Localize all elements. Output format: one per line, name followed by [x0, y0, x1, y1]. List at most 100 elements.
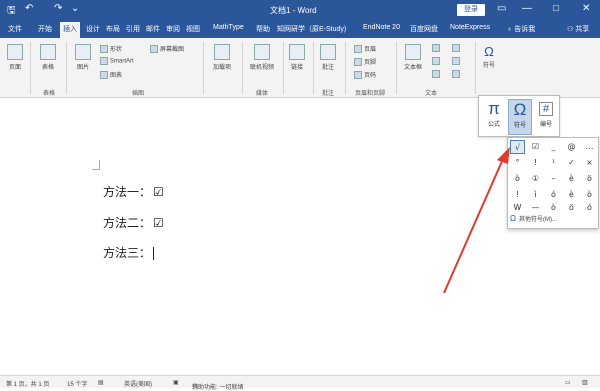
title-bar: 🖫 ↶ ↷ ⌄ 文档1 - Word 登录 ▭ — □ ✕ — [0, 0, 600, 20]
word-count[interactable]: 15 个字 — [67, 379, 87, 388]
symbol-cell[interactable]: ① — [528, 172, 543, 186]
login-button[interactable]: 登录 — [457, 4, 485, 16]
date-time-icon[interactable] — [452, 57, 462, 65]
close-button[interactable]: ✕ — [582, 3, 590, 14]
tab-home[interactable]: 开始 — [38, 24, 52, 34]
undo-icon[interactable]: ↶ — [25, 3, 33, 14]
proofing-icon[interactable]: ▤ — [98, 379, 104, 386]
symbol-cell[interactable]: ó — [582, 201, 597, 215]
picture-button[interactable]: 图片 — [75, 44, 91, 71]
group-separator — [30, 42, 31, 94]
group-label-text: 文本 — [425, 91, 438, 97]
minimize-button[interactable]: — — [522, 3, 532, 14]
language-indicator[interactable]: 英语(美国) — [124, 379, 152, 388]
page-number-button[interactable]: 页码 — [354, 70, 376, 80]
tab-references[interactable]: 引用 — [126, 24, 140, 34]
object-icon[interactable] — [452, 70, 462, 78]
read-mode-icon[interactable]: ▥ — [582, 379, 588, 386]
group-separator — [242, 42, 243, 94]
shapes-button[interactable]: 形状 — [100, 44, 122, 54]
checkbox-symbol: ☑ — [153, 216, 164, 230]
symbol-cell[interactable]: ì — [528, 188, 543, 202]
smartart-button[interactable]: SmartArt — [100, 57, 134, 65]
tab-noteexpress[interactable]: NoteExpress — [450, 24, 490, 31]
focus-mode-icon[interactable]: ▭ — [565, 379, 571, 386]
tell-me-search[interactable]: ♁ 告诉我 — [507, 24, 535, 34]
group-label-media: 媒体 — [256, 91, 269, 97]
symbol-cell[interactable]: ✓ — [564, 156, 579, 170]
screenshot-button[interactable]: 屏幕截图 — [150, 44, 184, 54]
table-button[interactable]: 表格 — [40, 44, 56, 71]
symbol-cell[interactable]: è — [564, 172, 579, 186]
symbol-cell[interactable]: ! — [528, 156, 543, 170]
symbol-cell[interactable]: è — [564, 188, 579, 202]
symbol-cell[interactable]: × — [582, 156, 597, 170]
tab-help[interactable]: 帮助 — [256, 24, 270, 34]
tab-view[interactable]: 视图 — [186, 24, 200, 34]
wordart-icon[interactable] — [432, 57, 442, 65]
symbol-cell[interactable]: ö — [564, 201, 579, 215]
page-count[interactable]: 第 1 页，共 1 页 — [6, 379, 49, 388]
symbol-cell[interactable]: _ — [546, 140, 561, 154]
symbol-cell[interactable]: W — [510, 201, 525, 215]
ribbon-display-options-icon[interactable]: ▭ — [497, 3, 506, 14]
document-line-3[interactable]: 方法三： — [103, 244, 155, 261]
symbol-cell[interactable]: ° — [510, 156, 525, 170]
tab-review[interactable]: 审阅 — [166, 24, 180, 34]
symbol-cell[interactable]: ò — [546, 201, 561, 215]
maximize-button[interactable]: □ — [553, 3, 559, 14]
symbol-cell[interactable]: – — [546, 172, 561, 186]
chart-button[interactable]: 图表 — [100, 70, 122, 80]
tab-design[interactable]: 设计 — [86, 24, 100, 34]
symbol-cell[interactable]: ö — [582, 172, 597, 186]
numbering-button[interactable]: # 编号 — [534, 99, 558, 135]
addins-button[interactable]: 加载项 — [213, 44, 231, 71]
tab-cnki-estudy[interactable]: 知网研学（原E-Study) — [277, 24, 346, 34]
document-line-2[interactable]: 方法二： ☑ — [103, 214, 164, 231]
symbol-cell[interactable]: @ — [564, 140, 579, 154]
tab-file[interactable]: 文件 — [8, 24, 22, 34]
ribbon-tabs: 文件 开始 插入 设计 布局 引用 邮件 审阅 视图 MathType 帮助 知… — [0, 20, 600, 38]
symbol-cell-checkmark[interactable]: √ — [510, 140, 525, 154]
tab-insert[interactable]: 插入 — [60, 22, 80, 38]
symbol-cell[interactable]: ò — [510, 172, 525, 186]
macro-icon[interactable]: ▣ — [173, 379, 179, 386]
save-icon[interactable]: 🖫 — [7, 3, 16, 20]
symbols-button[interactable]: Ω 符号 — [483, 44, 495, 69]
tab-baidu-netdisk[interactable]: 百度网盘 — [410, 24, 438, 34]
drop-cap-icon[interactable] — [432, 70, 442, 78]
quick-parts-icon[interactable] — [432, 44, 442, 52]
signature-line-icon[interactable] — [452, 44, 462, 52]
link-button[interactable]: 链接 — [289, 44, 305, 71]
symbol-cell[interactable]: — — [528, 201, 543, 215]
group-separator — [475, 42, 476, 94]
share-button[interactable]: ⚇ 共享 — [567, 24, 589, 34]
header-button[interactable]: 页眉 — [354, 44, 376, 54]
symbol-cell[interactable]: ¹ — [546, 156, 561, 170]
symbol-cell[interactable]: … — [582, 140, 597, 154]
comment-button[interactable]: 批注 — [320, 44, 336, 71]
symbol-cell[interactable]: ! — [510, 188, 525, 202]
symbols-dropdown: π 公式 Ω 符号 # 编号 — [478, 95, 560, 137]
tab-layout[interactable]: 布局 — [106, 24, 120, 34]
customize-quick-access-icon[interactable]: ⌄ — [71, 3, 79, 14]
document-line-1[interactable]: 方法一： ☑ — [103, 183, 164, 200]
symbol-button[interactable]: Ω 符号 — [508, 99, 532, 135]
online-video-button[interactable]: 联机视频 — [250, 44, 274, 71]
textbox-button[interactable]: 文本框 — [404, 44, 422, 71]
symbol-gallery: √ ☑ _ @ … ° ! ¹ ✓ × ò ① – è ö ! ì ó è ò … — [507, 137, 599, 229]
tab-mailings[interactable]: 邮件 — [146, 24, 160, 34]
symbol-cell[interactable]: ó — [546, 188, 561, 202]
text-cursor — [153, 247, 155, 260]
pages-button[interactable]: 页面 — [7, 44, 23, 71]
redo-icon[interactable]: ↷ — [54, 3, 62, 14]
symbol-cell[interactable]: ☑ — [528, 140, 543, 154]
formula-button[interactable]: π 公式 — [482, 99, 506, 135]
symbol-cell[interactable]: ò — [582, 188, 597, 202]
group-label-header-footer: 页眉和页脚 — [355, 91, 386, 97]
footer-button[interactable]: 页脚 — [354, 57, 376, 67]
tab-endnote[interactable]: EndNote 20 — [363, 24, 400, 31]
status-bar: 第 1 页，共 1 页 15 个字 ▤ 英语(美国) ▣ ✧ 辅助功能: 一切就… — [0, 375, 600, 391]
more-symbols-button[interactable]: Ω 其他符号(M)... — [510, 214, 557, 223]
tab-mathtype[interactable]: MathType — [213, 24, 244, 31]
